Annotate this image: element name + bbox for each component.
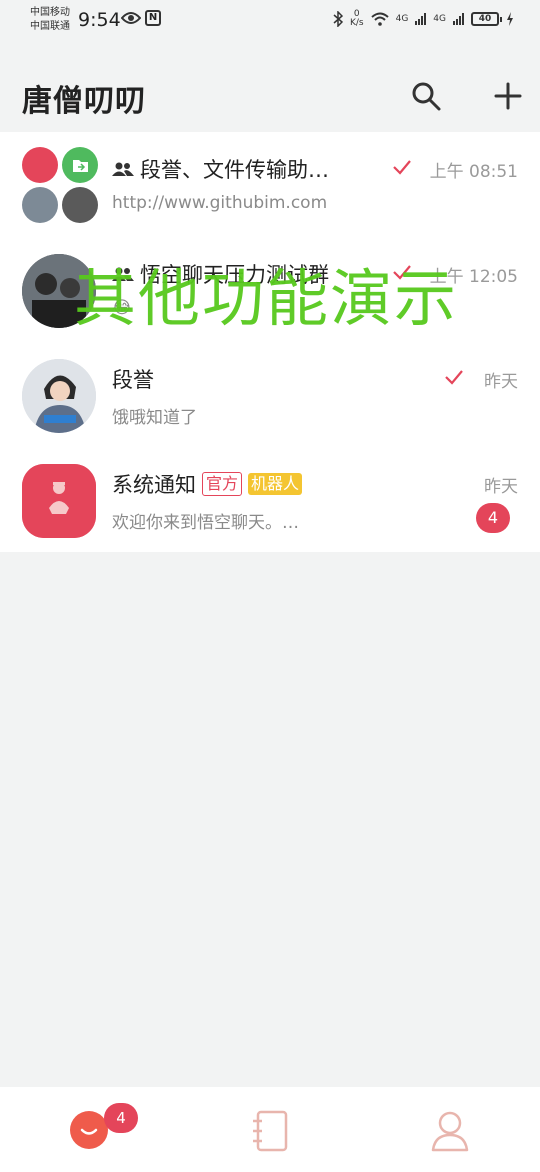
page-title: 唐僧叨叨 [22, 84, 146, 119]
battery-icon: 40 [471, 12, 502, 26]
photo-avatar [22, 359, 96, 433]
conversation-time: 昨天 [484, 477, 518, 497]
carrier-1: 中国移动 [30, 7, 70, 18]
conversation-item[interactable]: 系统通知 官方 机器人 欢迎你来到悟空聊天。… 昨天 4 [0, 447, 540, 552]
charging-icon [507, 12, 513, 26]
net-speed-unit: K/s [349, 18, 364, 28]
conversation-preview: 饿哦知道了 [112, 408, 197, 428]
search-icon[interactable] [410, 80, 442, 112]
read-check-icon [445, 370, 463, 385]
member-avatar [22, 187, 58, 223]
bluetooth-icon [333, 11, 343, 27]
carrier-2: 中国联通 [30, 21, 70, 32]
wifi-icon [370, 12, 389, 26]
group-avatar [22, 254, 96, 328]
conversation-time: 昨天 [484, 372, 518, 392]
robot-tag: 机器人 [248, 473, 303, 495]
conversation-name: 悟空聊天压力测试群 [112, 259, 329, 289]
conversation-time: 上午 08:51 [429, 162, 518, 182]
tab-chat[interactable]: 4 [0, 1087, 180, 1172]
eye-icon [121, 12, 141, 24]
robot-icon [22, 464, 96, 538]
group-icon [112, 162, 134, 176]
tab-profile[interactable] [360, 1087, 540, 1172]
net-type-2: 4G [433, 14, 446, 24]
nfc-icon: N [145, 10, 161, 26]
contacts-icon [253, 1110, 288, 1152]
file-transfer-avatar [62, 147, 98, 183]
member-avatar [62, 187, 98, 223]
read-check-icon [393, 160, 411, 175]
status-time: 9:54 [78, 9, 121, 31]
conversation-title: 段誉、文件传输助… [140, 158, 329, 182]
official-tag: 官方 [202, 472, 243, 496]
photo-avatar [22, 254, 96, 328]
conversation-title: 悟空聊天压力测试群 [140, 263, 329, 287]
net-type-1: 4G [395, 14, 409, 24]
conversation-preview: http://www.githubim.com [112, 193, 328, 213]
conversation-name: 系统通知 官方 机器人 [112, 469, 303, 499]
conversation-name: 段誉、文件传输助… [112, 154, 329, 184]
conversation-time: 上午 12:05 [429, 267, 518, 287]
chat-unread-badge: 4 [104, 1103, 138, 1133]
conversation-preview: 欢迎你来到悟空聊天。… [112, 513, 299, 533]
folder-icon [73, 160, 88, 172]
tab-bar: 4 [0, 1087, 540, 1172]
status-bar: 中国移动 中国联通 9:54 N 0 K/s 4G 4G 40 [0, 0, 540, 44]
user-avatar [22, 359, 96, 433]
signal-icon [453, 13, 464, 25]
profile-icon [431, 1111, 469, 1152]
net-speed: 0 K/s [350, 10, 364, 28]
signal-icon [415, 13, 427, 25]
tab-contacts[interactable] [180, 1087, 360, 1172]
conversation-list: 段誉、文件传输助… http://www.githubim.com 上午 08:… [0, 132, 540, 552]
unread-badge: 4 [476, 503, 510, 533]
member-avatar [22, 147, 58, 183]
add-icon[interactable] [494, 82, 522, 110]
carrier-names: 中国移动 中国联通 [30, 6, 70, 34]
conversation-name: 段誉 [112, 364, 154, 394]
conversation-item[interactable]: 段誉 饿哦知道了 昨天 [0, 342, 540, 447]
conversation-preview: 😂 [112, 298, 132, 318]
system-avatar [22, 464, 96, 538]
read-check-icon [393, 265, 411, 280]
conversation-item[interactable]: 段誉、文件传输助… http://www.githubim.com 上午 08:… [0, 132, 540, 237]
group-avatar [22, 147, 98, 223]
conversation-item[interactable]: 悟空聊天压力测试群 😂 上午 12:05 [0, 237, 540, 342]
conversation-title: 系统通知 [112, 473, 196, 497]
app-header: 唐僧叨叨 [0, 44, 540, 132]
conversation-title: 段誉 [112, 368, 154, 392]
group-icon [112, 267, 134, 281]
status-indicators: 0 K/s 4G 4G 40 [333, 10, 514, 28]
